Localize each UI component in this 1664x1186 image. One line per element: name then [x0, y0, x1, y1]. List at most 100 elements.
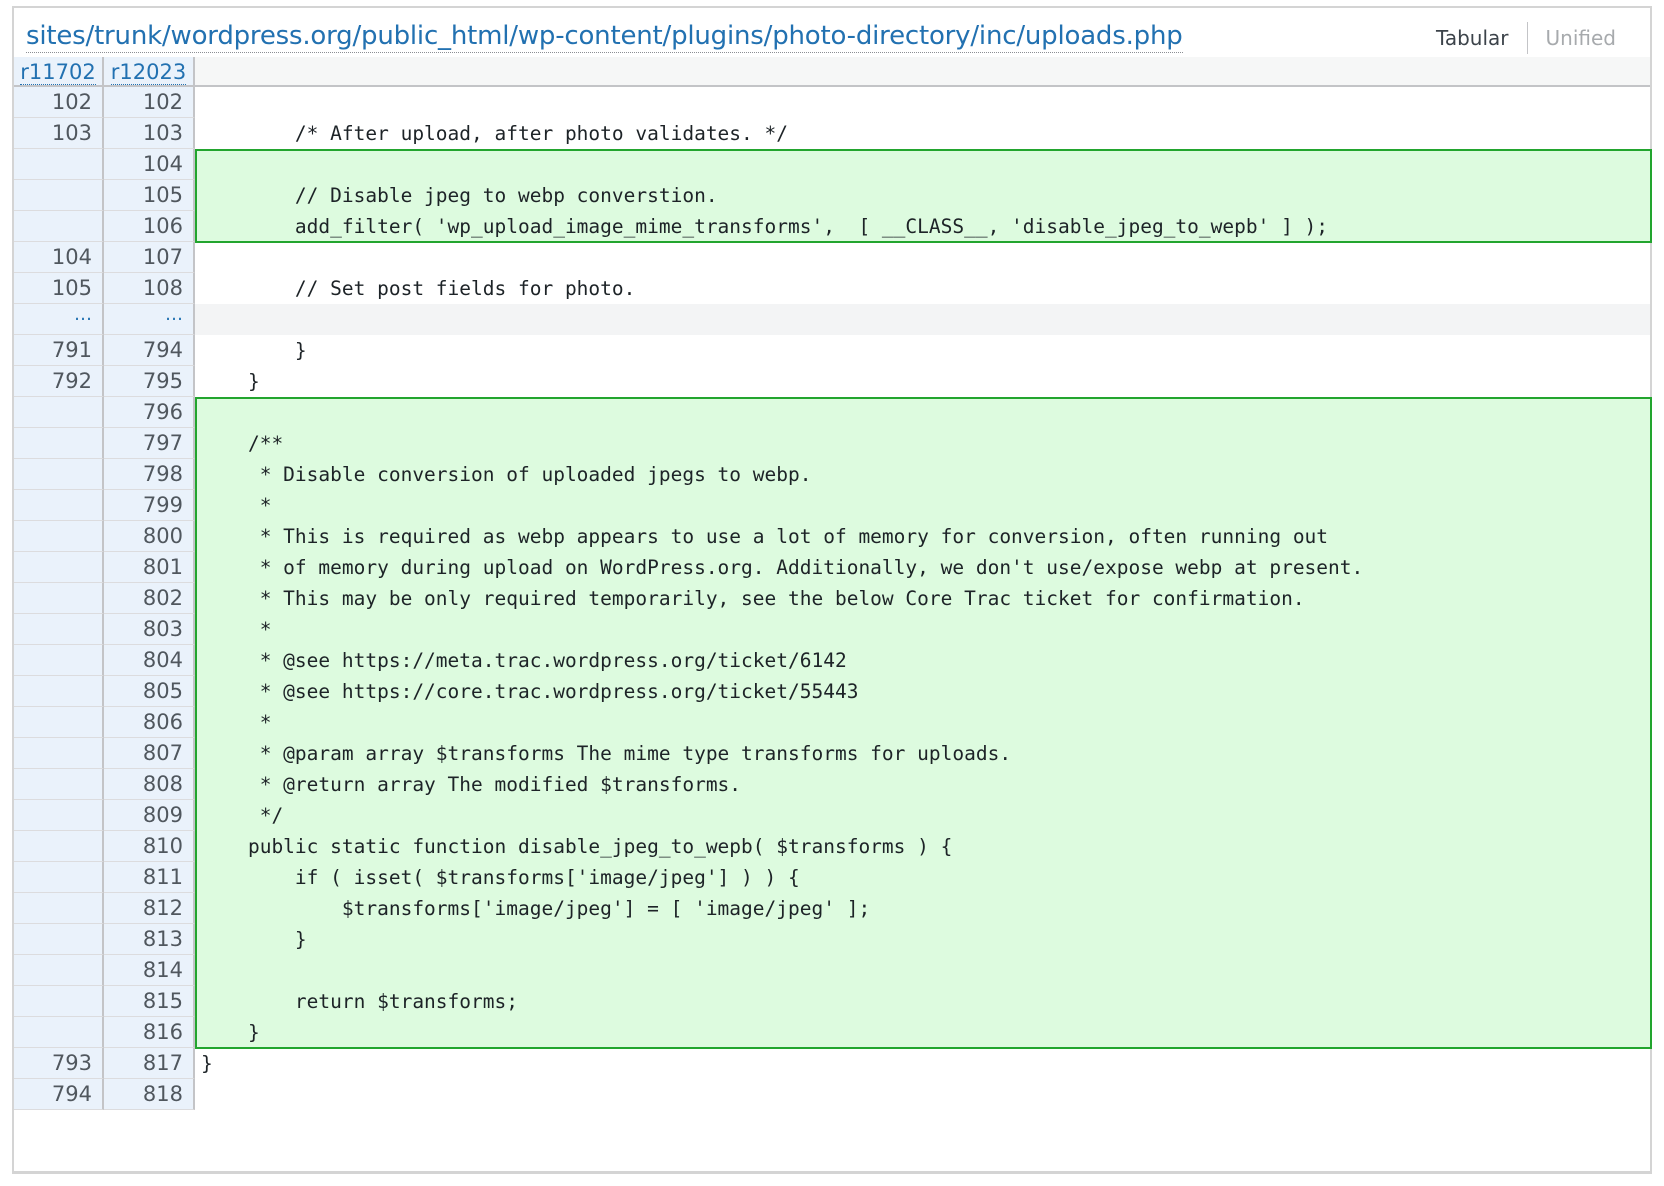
added-line-row: 804 * @see https://meta.trac.wordpress.o…	[14, 645, 1650, 676]
old-revision-link[interactable]: r11702	[20, 60, 96, 85]
code-line: add_filter( 'wp_upload_image_mime_transf…	[195, 211, 1650, 242]
new-line-number: 811	[104, 862, 195, 893]
old-line-number	[14, 707, 104, 738]
new-line-number: 815	[104, 986, 195, 1017]
added-line-row: 803 *	[14, 614, 1650, 645]
code-line: * This is required as webp appears to us…	[195, 521, 1650, 552]
new-line-number: 803	[104, 614, 195, 645]
diff-container: sites/trunk/wordpress.org/public_html/wp…	[12, 6, 1652, 1174]
tab-tabular[interactable]: Tabular	[1418, 24, 1527, 52]
context-line-row: 793 817}	[14, 1048, 1650, 1079]
new-line-number: 799	[104, 490, 195, 521]
old-line-number	[14, 769, 104, 800]
code-line: *	[195, 614, 1650, 645]
context-line-row: 104 107	[14, 242, 1650, 273]
new-line-number: 818	[104, 1079, 195, 1110]
old-line-number	[14, 614, 104, 645]
added-line-row: 105 // Disable jpeg to webp converstion.	[14, 180, 1650, 211]
added-line-row: 801 * of memory during upload on WordPre…	[14, 552, 1650, 583]
added-line-row: 810 public static function disable_jpeg_…	[14, 831, 1650, 862]
code-line: public static function disable_jpeg_to_w…	[195, 831, 1650, 862]
code-line: *	[195, 490, 1650, 521]
old-line-number	[14, 211, 104, 242]
code-line: */	[195, 800, 1650, 831]
added-line-row: 809 */	[14, 800, 1650, 831]
new-line-number: 105	[104, 180, 195, 211]
code-line: if ( isset( $transforms['image/jpeg'] ) …	[195, 862, 1650, 893]
added-line-row: 816 }	[14, 1017, 1650, 1048]
added-line-row: 797 /**	[14, 428, 1650, 459]
old-line-number	[14, 893, 104, 924]
code-line	[195, 397, 1650, 428]
new-line-number: 103	[104, 118, 195, 149]
old-line-number	[14, 1017, 104, 1048]
old-line-number[interactable]: …	[14, 304, 104, 335]
added-line-row: 805 * @see https://core.trac.wordpress.o…	[14, 676, 1650, 707]
new-line-number[interactable]: …	[104, 304, 195, 335]
old-line-number	[14, 676, 104, 707]
code-line: return $transforms;	[195, 986, 1650, 1017]
diff-table: r11702 r12023 102 102 103 103 /* After uplo…	[14, 57, 1652, 1110]
old-line-number	[14, 986, 104, 1017]
new-revision-header: r12023	[104, 57, 195, 87]
old-line-number	[14, 397, 104, 428]
diff-viewer: sites/trunk/wordpress.org/public_html/wp…	[0, 0, 1664, 1186]
code-line: }	[195, 924, 1650, 955]
code-line: * @param array $transforms The mime type…	[195, 738, 1650, 769]
new-line-number: 809	[104, 800, 195, 831]
added-line-row: 808 * @return array The modified $transf…	[14, 769, 1650, 800]
old-line-number: 105	[14, 273, 104, 304]
revision-header-row: r11702 r12023	[14, 57, 1650, 87]
old-line-number: 103	[14, 118, 104, 149]
old-line-number	[14, 583, 104, 614]
code-line: }	[195, 335, 1650, 366]
new-line-number: 816	[104, 1017, 195, 1048]
added-line-row: 800 * This is required as webp appears t…	[14, 521, 1650, 552]
added-line-row: 798 * Disable conversion of uploaded jpe…	[14, 459, 1650, 490]
context-line-row: 102 102	[14, 87, 1650, 118]
new-line-number: 102	[104, 87, 195, 118]
new-line-number: 802	[104, 583, 195, 614]
new-line-number: 795	[104, 366, 195, 397]
context-line-row: 794 818	[14, 1079, 1650, 1110]
added-line-row: 796	[14, 397, 1650, 428]
old-line-number	[14, 800, 104, 831]
added-line-row: 806 *	[14, 707, 1650, 738]
old-line-number	[14, 645, 104, 676]
old-line-number	[14, 924, 104, 955]
code-line: }	[195, 1048, 1650, 1079]
old-line-number	[14, 862, 104, 893]
skipped-lines-row: ……	[14, 304, 1650, 335]
code-line: * @return array The modified $transforms…	[195, 769, 1650, 800]
new-line-number: 106	[104, 211, 195, 242]
code-line: }	[195, 366, 1650, 397]
file-path-link[interactable]: sites/trunk/wordpress.org/public_html/wp…	[26, 20, 1183, 53]
old-line-number	[14, 459, 104, 490]
old-line-number: 104	[14, 242, 104, 273]
added-line-row: 812 $transforms['image/jpeg'] = [ 'image…	[14, 893, 1650, 924]
tab-unified[interactable]: Unified	[1528, 24, 1634, 52]
context-line-row: 103 103 /* After upload, after photo vali…	[14, 118, 1650, 149]
added-line-row: 813 }	[14, 924, 1650, 955]
new-line-number: 796	[104, 397, 195, 428]
code-line	[195, 304, 1650, 335]
old-line-number	[14, 521, 104, 552]
new-line-number: 798	[104, 459, 195, 490]
added-line-row: 799 *	[14, 490, 1650, 521]
new-line-number: 800	[104, 521, 195, 552]
old-revision-header: r11702	[14, 57, 104, 87]
code-line: /**	[195, 428, 1650, 459]
new-line-number: 817	[104, 1048, 195, 1079]
new-line-number: 810	[104, 831, 195, 862]
new-revision-link[interactable]: r12023	[110, 60, 187, 85]
old-line-number	[14, 180, 104, 211]
code-line: * Disable conversion of uploaded jpegs t…	[195, 459, 1650, 490]
code-line: // Set post fields for photo.	[195, 273, 1650, 304]
diff-rows: 102 102 103 103 /* After upload, after phot…	[14, 87, 1650, 1110]
diff-header: sites/trunk/wordpress.org/public_html/wp…	[14, 8, 1650, 58]
old-line-number	[14, 552, 104, 583]
code-line: * @see https://core.trac.wordpress.org/t…	[195, 676, 1650, 707]
old-line-number: 102	[14, 87, 104, 118]
context-line-row: 791 794 }	[14, 335, 1650, 366]
new-line-number: 107	[104, 242, 195, 273]
